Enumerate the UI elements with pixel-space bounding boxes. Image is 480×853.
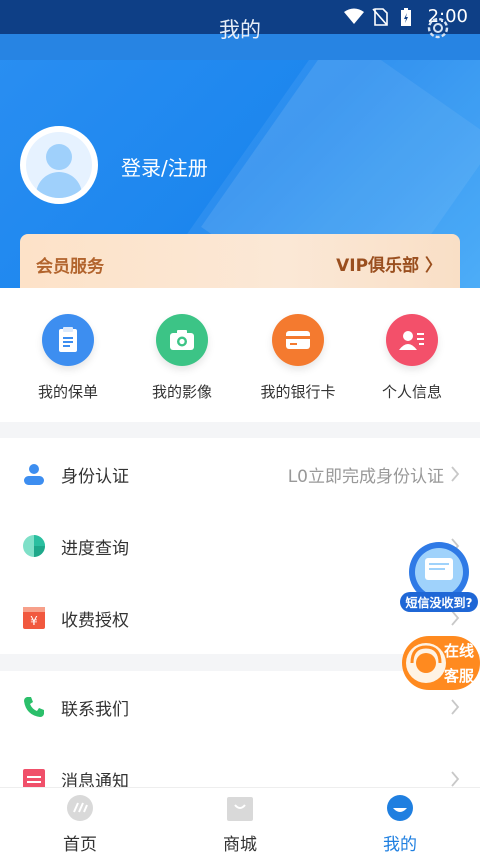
quick-label: 我的银行卡 — [260, 383, 336, 401]
camera-icon — [156, 314, 208, 366]
online-service-widget[interactable]: 在线 客服 — [398, 632, 480, 694]
menu-item-messages[interactable]: 消息通知 — [0, 743, 480, 791]
chevron-right-icon — [450, 699, 460, 715]
page-title: 我的 — [219, 18, 261, 42]
quick-item-personal-info[interactable]: 个人信息 — [352, 314, 472, 402]
tab-label: 我的 — [383, 835, 417, 853]
tab-mall[interactable]: 商城 — [180, 794, 300, 853]
progress-icon — [22, 534, 46, 558]
person-info-icon — [386, 314, 438, 366]
user-icon — [22, 462, 46, 486]
tab-label: 首页 — [63, 835, 97, 853]
mall-icon — [226, 794, 254, 822]
tab-mine[interactable]: 我的 — [340, 794, 460, 853]
avatar-icon — [26, 132, 92, 198]
chevron-right-icon — [450, 771, 460, 787]
quick-item-bank-card[interactable]: 我的银行卡 — [238, 314, 358, 402]
mine-icon — [386, 794, 414, 822]
menu-label: 身份认证 — [61, 466, 129, 487]
profile-header: 2:00 我的 登录/注册 会员服务 VIP俱乐部 〉 — [0, 0, 480, 300]
vip-card[interactable]: 会员服务 VIP俱乐部 〉 — [20, 234, 460, 294]
login-register-link[interactable]: 登录/注册 — [121, 152, 208, 181]
quick-actions: 我的保单 我的影像 我的银行卡 个人信息 — [0, 288, 480, 422]
service-label-line1: 在线 — [444, 642, 475, 660]
sms-help-label: 短信没收到? — [405, 596, 473, 610]
menu-item-identity[interactable]: 身份认证 L0立即完成身份认证 — [0, 438, 480, 510]
bottom-tab-bar: 首页 商城 我的 — [0, 787, 480, 853]
vip-club-link[interactable]: VIP俱乐部 〉 — [336, 251, 442, 276]
quick-label: 个人信息 — [381, 383, 442, 401]
menu-label: 收费授权 — [61, 610, 129, 631]
quick-label: 我的影像 — [151, 383, 212, 401]
tab-label: 商城 — [223, 835, 257, 853]
service-label-line2: 客服 — [444, 667, 475, 685]
menu-label: 进度查询 — [61, 538, 129, 559]
profile-page: 2:00 我的 登录/注册 会员服务 VIP俱乐部 〉 我的保单 我的影像 我的… — [0, 0, 480, 853]
vip-service-label: 会员服务 — [36, 257, 104, 277]
fee-icon: ¥ — [22, 606, 46, 630]
chevron-right-icon — [450, 466, 460, 482]
tab-home[interactable]: 首页 — [20, 794, 140, 853]
quick-label: 我的保单 — [37, 383, 98, 401]
menu-label: 联系我们 — [61, 699, 129, 720]
svg-text:¥: ¥ — [30, 614, 38, 628]
avatar[interactable] — [20, 126, 98, 204]
document-icon — [42, 314, 94, 366]
gear-icon[interactable] — [424, 14, 452, 42]
identity-status: L0立即完成身份认证 — [287, 466, 444, 487]
home-icon — [66, 794, 94, 822]
quick-item-images[interactable]: 我的影像 — [122, 314, 242, 402]
sms-help-widget[interactable]: 短信没收到? — [398, 540, 480, 616]
quick-item-policy[interactable]: 我的保单 — [8, 314, 128, 402]
card-icon — [272, 314, 324, 366]
phone-icon — [22, 695, 46, 719]
